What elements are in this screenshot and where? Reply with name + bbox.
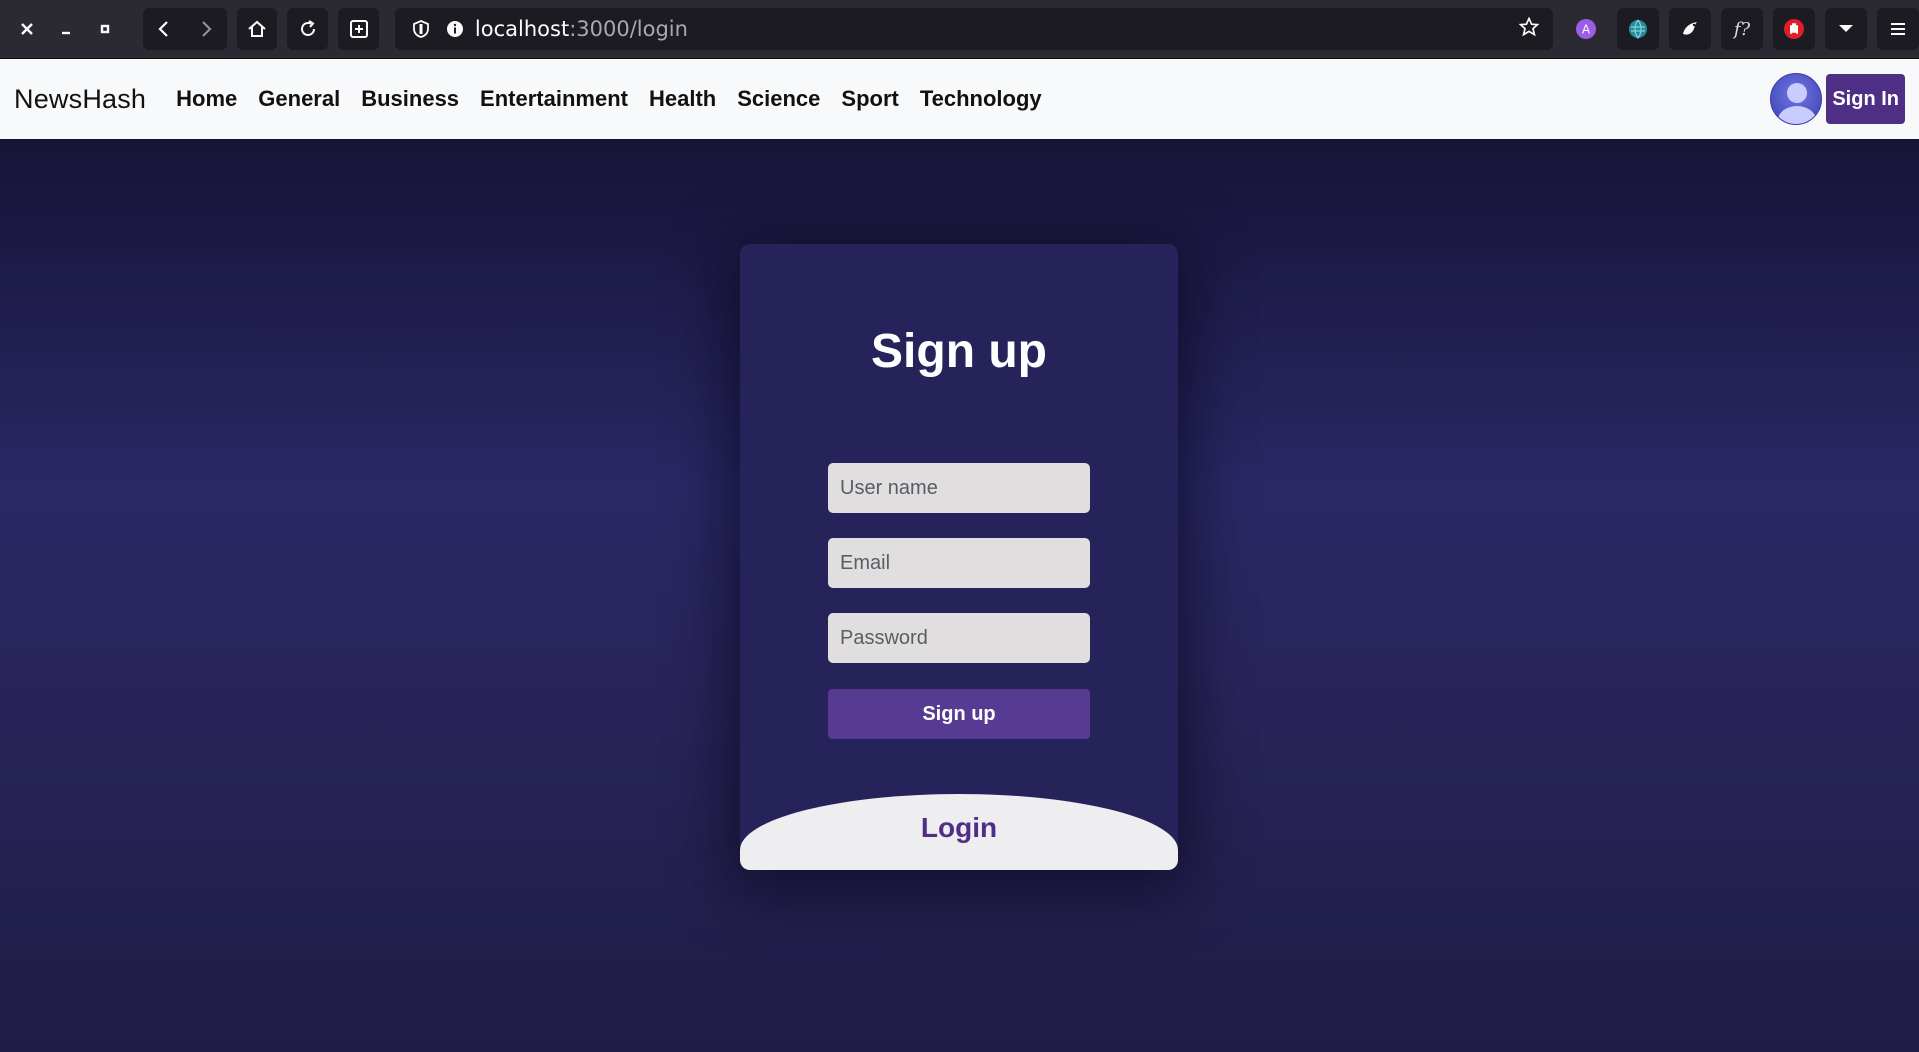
nav-link-science[interactable]: Science [737,86,820,112]
minimize-window-icon[interactable] [47,9,86,49]
nav-link-entertainment[interactable]: Entertainment [480,86,628,112]
username-input[interactable] [828,463,1090,513]
signup-submit-button[interactable]: Sign up [828,689,1090,739]
signup-card: Sign up Sign up Login [740,244,1178,870]
formula-extension-icon[interactable]: f? [1721,8,1763,50]
site-navbar: NewsHash Home General Business Entertain… [0,59,1919,139]
email-input[interactable] [828,538,1090,588]
brand-logo[interactable]: NewsHash [14,84,146,115]
info-icon[interactable] [441,20,469,38]
login-toggle-label[interactable]: Login [740,812,1178,844]
shield-icon[interactable] [407,20,435,38]
nav-link-home[interactable]: Home [176,86,237,112]
globe-extension-icon[interactable] [1617,8,1659,50]
hamburger-menu-icon[interactable] [1877,8,1919,50]
account-extension-icon[interactable]: A [1565,8,1607,50]
nav-links: Home General Business Entertainment Heal… [176,86,1063,112]
reload-icon[interactable] [287,8,329,50]
sign-in-button[interactable]: Sign In [1826,74,1905,124]
user-icon-body [1778,106,1817,124]
nav-link-health[interactable]: Health [649,86,716,112]
home-icon[interactable] [236,8,278,50]
back-icon[interactable] [143,8,185,50]
form-title: Sign up [871,325,1047,378]
password-input[interactable] [828,613,1090,663]
close-window-icon[interactable] [8,9,47,49]
avatar[interactable] [1770,73,1823,125]
nav-link-technology[interactable]: Technology [920,86,1042,112]
chevron-down-icon[interactable] [1825,8,1867,50]
nav-link-business[interactable]: Business [361,86,459,112]
svg-text:A: A [1582,23,1591,37]
url-path: :3000/login [569,17,688,41]
forward-icon[interactable] [185,8,227,50]
history-nav [142,8,227,50]
url-bar[interactable]: localhost:3000/login [394,8,1553,50]
new-tab-icon[interactable] [338,8,379,50]
browser-toolbar: localhost:3000/login A f? [0,0,1919,59]
bookmark-star-icon[interactable] [1518,15,1540,42]
hand-stop-extension-icon[interactable] [1773,8,1815,50]
user-icon-head [1787,83,1808,103]
url-host: localhost [474,17,570,41]
maximize-window-icon[interactable] [86,9,125,49]
nav-link-sport[interactable]: Sport [841,86,898,112]
bird-extension-icon[interactable] [1669,8,1711,50]
nav-link-general[interactable]: General [258,86,340,112]
